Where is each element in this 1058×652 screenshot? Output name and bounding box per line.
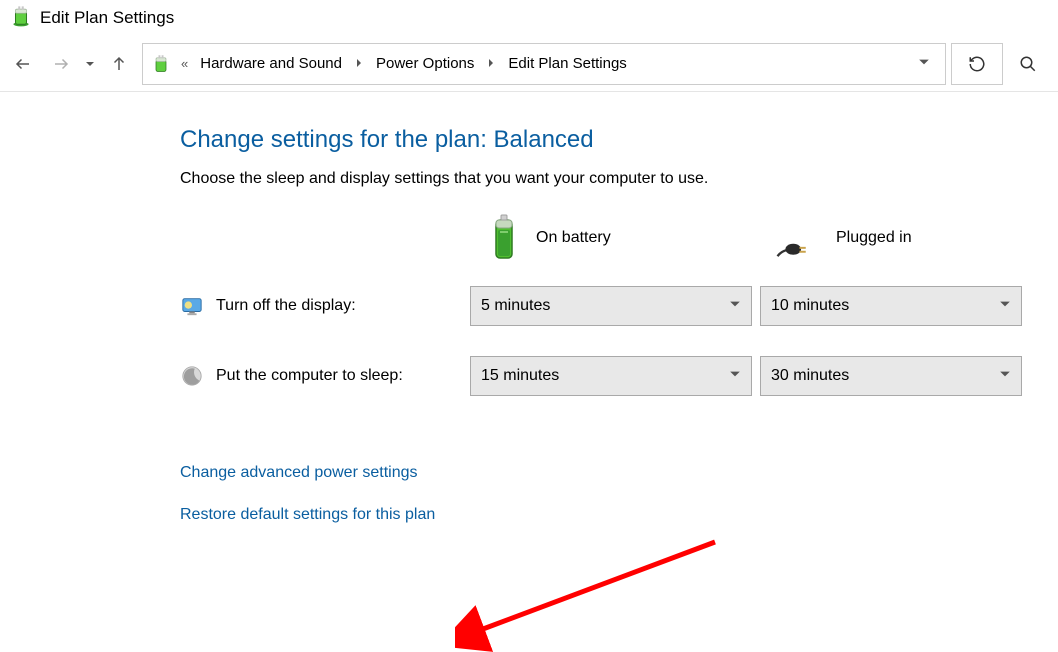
sleep-plugged-select[interactable]: 30 minutes: [760, 356, 1022, 396]
back-button[interactable]: [4, 45, 42, 83]
row-label-sleep: Put the computer to sleep:: [180, 364, 470, 388]
column-header-plugged: Plugged in: [760, 226, 1030, 250]
address-dropdown-chevron-icon[interactable]: [909, 55, 939, 72]
search-button[interactable]: [1002, 43, 1054, 85]
sleep-battery-select[interactable]: 15 minutes: [470, 356, 752, 396]
row-label-display: Turn off the display:: [180, 294, 470, 318]
chevron-down-icon: [999, 367, 1011, 385]
page-heading: Change settings for the plan: Balanced: [180, 126, 1058, 154]
chevron-down-icon: [729, 297, 741, 315]
plug-icon: [776, 226, 822, 250]
window-title: Edit Plan Settings: [40, 8, 174, 28]
column-header-plugged-label: Plugged in: [836, 229, 912, 247]
display-plugged-select[interactable]: 10 minutes: [760, 286, 1022, 326]
page-subtext: Choose the sleep and display settings th…: [180, 170, 1058, 188]
chevron-right-icon[interactable]: [480, 55, 502, 72]
restore-defaults-link[interactable]: Restore default settings for this plan: [180, 506, 1058, 524]
column-header-battery: On battery: [470, 214, 760, 262]
annotation-arrow-icon: [455, 532, 735, 652]
battery-icon: [486, 214, 522, 262]
chevron-down-icon: [999, 297, 1011, 315]
moon-icon: [180, 364, 204, 388]
battery-app-icon: [10, 5, 32, 31]
breadcrumb-power-options[interactable]: Power Options: [372, 53, 478, 74]
forward-button[interactable]: [42, 45, 80, 83]
display-battery-select[interactable]: 5 minutes: [470, 286, 752, 326]
breadcrumb-edit-plan[interactable]: Edit Plan Settings: [504, 53, 630, 74]
breadcrumb-hardware-sound[interactable]: Hardware and Sound: [196, 53, 346, 74]
column-header-battery-label: On battery: [536, 229, 611, 247]
change-advanced-link[interactable]: Change advanced power settings: [180, 464, 1058, 482]
breadcrumb-overflow-icon[interactable]: «: [175, 56, 194, 71]
address-bar[interactable]: « Hardware and Sound Power Options Edit …: [142, 43, 946, 85]
battery-path-icon: [149, 52, 173, 76]
up-button[interactable]: [100, 45, 138, 83]
chevron-down-icon: [729, 367, 741, 385]
recent-locations-chevron-icon[interactable]: [80, 59, 100, 69]
monitor-icon: [180, 294, 204, 318]
chevron-right-icon[interactable]: [348, 55, 370, 72]
refresh-button[interactable]: [951, 43, 1003, 85]
